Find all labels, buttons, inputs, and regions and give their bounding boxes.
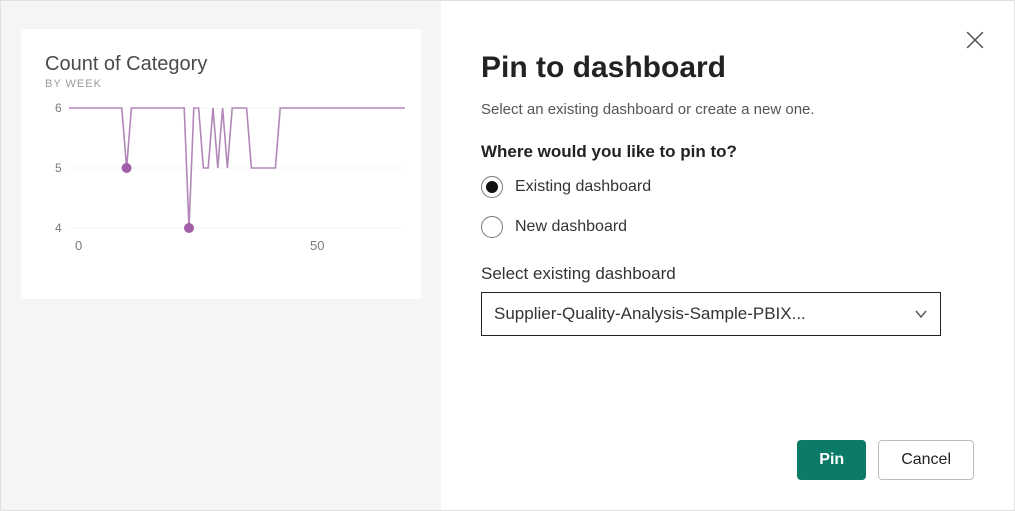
chart-marker (184, 223, 194, 233)
pin-to-dashboard-dialog: Count of Category BY WEEK 6 5 4 0 50 (0, 0, 1015, 511)
dialog-button-row: Pin Cancel (481, 410, 974, 480)
radio-new-dashboard[interactable]: New dashboard (481, 216, 974, 238)
chart-svg: 6 5 4 0 50 (45, 98, 405, 258)
chart-subtitle: BY WEEK (45, 78, 397, 90)
select-value: Supplier-Quality-Analysis-Sample-PBIX... (494, 304, 906, 324)
chart-plot-area: 6 5 4 0 50 (45, 98, 405, 258)
y-tick-6: 6 (55, 101, 62, 115)
dialog-content: Pin to dashboard Select an existing dash… (441, 1, 1014, 510)
radio-icon-checked (481, 176, 503, 198)
chevron-down-icon (914, 307, 928, 321)
chart-preview-panel: Count of Category BY WEEK 6 5 4 0 50 (1, 1, 441, 510)
radio-icon-unchecked (481, 216, 503, 238)
dialog-description: Select an existing dashboard or create a… (481, 101, 974, 118)
close-button[interactable] (966, 31, 984, 49)
chart-title: Count of Category (45, 53, 397, 76)
x-tick-0: 0 (75, 238, 82, 253)
close-icon (966, 31, 984, 49)
pin-target-heading: Where would you like to pin to? (481, 142, 974, 162)
chart-marker (122, 163, 132, 173)
radio-existing-dashboard[interactable]: Existing dashboard (481, 176, 974, 198)
dialog-title: Pin to dashboard (481, 51, 974, 85)
chart-card: Count of Category BY WEEK 6 5 4 0 50 (21, 29, 421, 299)
chart-markers (122, 163, 194, 233)
pin-button[interactable]: Pin (797, 440, 866, 480)
y-tick-4: 4 (55, 221, 62, 235)
existing-dashboard-select[interactable]: Supplier-Quality-Analysis-Sample-PBIX... (481, 292, 941, 336)
cancel-button[interactable]: Cancel (878, 440, 974, 480)
x-tick-50: 50 (310, 238, 324, 253)
select-existing-label: Select existing dashboard (481, 264, 974, 284)
radio-existing-label: Existing dashboard (515, 178, 651, 196)
y-tick-5: 5 (55, 161, 62, 175)
radio-new-label: New dashboard (515, 218, 627, 236)
